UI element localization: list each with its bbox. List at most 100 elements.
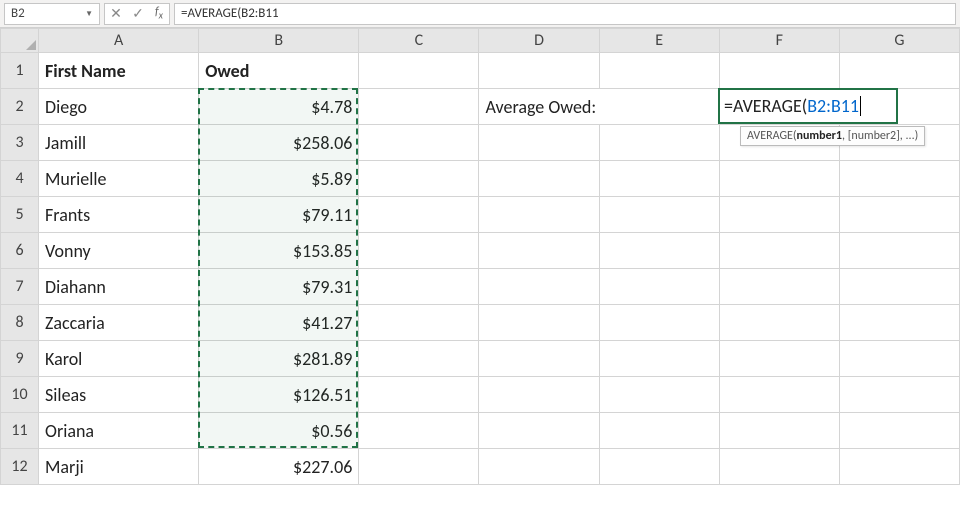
row-header[interactable]: 2 [1,89,39,125]
cell-B9[interactable]: $281.89 [199,341,359,377]
cell-B4[interactable]: $5.89 [199,161,359,197]
cell[interactable] [359,449,479,485]
cell-D2[interactable]: Average Owed: [479,89,719,125]
cell[interactable] [479,305,599,341]
cell-A5[interactable]: Frants [39,197,199,233]
cell-A1[interactable]: First Name [39,53,199,89]
col-header-E[interactable]: E [599,29,719,53]
cell-C2[interactable] [359,89,479,125]
col-header-C[interactable]: C [359,29,479,53]
cell-A8[interactable]: Zaccaria [39,305,199,341]
cell-E1[interactable] [599,53,719,89]
row-header[interactable]: 11 [1,413,39,449]
confirm-icon[interactable]: ✓ [131,5,145,22]
fx-icon[interactable]: fx [155,5,163,21]
cell-A7[interactable]: Diahann [39,269,199,305]
cell[interactable] [599,269,719,305]
cell[interactable] [599,341,719,377]
cell-A2[interactable]: Diego [39,89,199,125]
formula-input[interactable]: =AVERAGE(B2:B11 [174,3,956,25]
cell[interactable] [839,161,959,197]
select-all-corner[interactable] [1,29,39,53]
col-header-B[interactable]: B [199,29,359,53]
col-header-G[interactable]: G [839,29,959,53]
name-box[interactable]: B2 ▼ [4,3,100,25]
cell[interactable] [479,413,599,449]
cell[interactable] [719,449,839,485]
cell-F1[interactable] [719,53,839,89]
row-header[interactable]: 1 [1,53,39,89]
cell[interactable] [479,125,599,161]
cell-A4[interactable]: Murielle [39,161,199,197]
cell[interactable] [719,161,839,197]
cell-A10[interactable]: Sileas [39,377,199,413]
cell[interactable] [359,197,479,233]
cell-B10[interactable]: $126.51 [199,377,359,413]
row-header[interactable]: 9 [1,341,39,377]
cell-B2[interactable]: $4.78 [199,89,359,125]
row-header[interactable]: 4 [1,161,39,197]
cell[interactable] [599,305,719,341]
cell[interactable] [599,161,719,197]
cancel-icon[interactable]: ✕ [109,5,123,22]
row-header[interactable]: 8 [1,305,39,341]
row-header[interactable]: 5 [1,197,39,233]
col-header-A[interactable]: A [39,29,199,53]
cell-A11[interactable]: Oriana [39,413,199,449]
col-header-D[interactable]: D [479,29,599,53]
cell[interactable] [599,197,719,233]
cell[interactable] [599,233,719,269]
cell[interactable] [839,233,959,269]
cell[interactable] [719,413,839,449]
cell[interactable] [479,377,599,413]
cell[interactable] [359,269,479,305]
cell[interactable] [839,197,959,233]
cell-B12[interactable]: $227.06 [199,449,359,485]
cell-B5[interactable]: $79.11 [199,197,359,233]
cell[interactable] [719,269,839,305]
row-header[interactable]: 10 [1,377,39,413]
cell[interactable] [359,413,479,449]
cell-B3[interactable]: $258.06 [199,125,359,161]
dropdown-icon[interactable]: ▼ [85,9,93,19]
cell[interactable] [359,341,479,377]
cell[interactable] [599,125,719,161]
cell-B6[interactable]: $153.85 [199,233,359,269]
cell-B1[interactable]: Owed [199,53,359,89]
cell-B11[interactable]: $0.56 [199,413,359,449]
cell[interactable] [479,197,599,233]
cell[interactable] [839,305,959,341]
cell[interactable] [839,413,959,449]
cell[interactable] [839,377,959,413]
cell[interactable] [359,233,479,269]
cell[interactable] [599,449,719,485]
cell-editor[interactable]: =AVERAGE(B2:B11 [718,88,898,124]
row-header[interactable]: 6 [1,233,39,269]
cell[interactable] [479,269,599,305]
cell[interactable] [359,125,479,161]
cell[interactable] [719,341,839,377]
row-header[interactable]: 7 [1,269,39,305]
cell-A3[interactable]: Jamill [39,125,199,161]
cell-C1[interactable] [359,53,479,89]
cell-A9[interactable]: Karol [39,341,199,377]
cell-D1[interactable] [479,53,599,89]
cell[interactable] [599,377,719,413]
cell[interactable] [839,269,959,305]
cell-B8[interactable]: $41.27 [199,305,359,341]
row-header[interactable]: 3 [1,125,39,161]
col-header-F[interactable]: F [719,29,839,53]
cell[interactable] [839,341,959,377]
cell[interactable] [599,413,719,449]
cell-B7[interactable]: $79.31 [199,269,359,305]
cell-A6[interactable]: Vonny [39,233,199,269]
cell[interactable] [719,197,839,233]
cell[interactable] [839,449,959,485]
cell-A12[interactable]: Marji [39,449,199,485]
cell[interactable] [479,233,599,269]
row-header[interactable]: 12 [1,449,39,485]
cell[interactable] [359,377,479,413]
cell[interactable] [359,305,479,341]
cell[interactable] [479,161,599,197]
cell[interactable] [479,449,599,485]
